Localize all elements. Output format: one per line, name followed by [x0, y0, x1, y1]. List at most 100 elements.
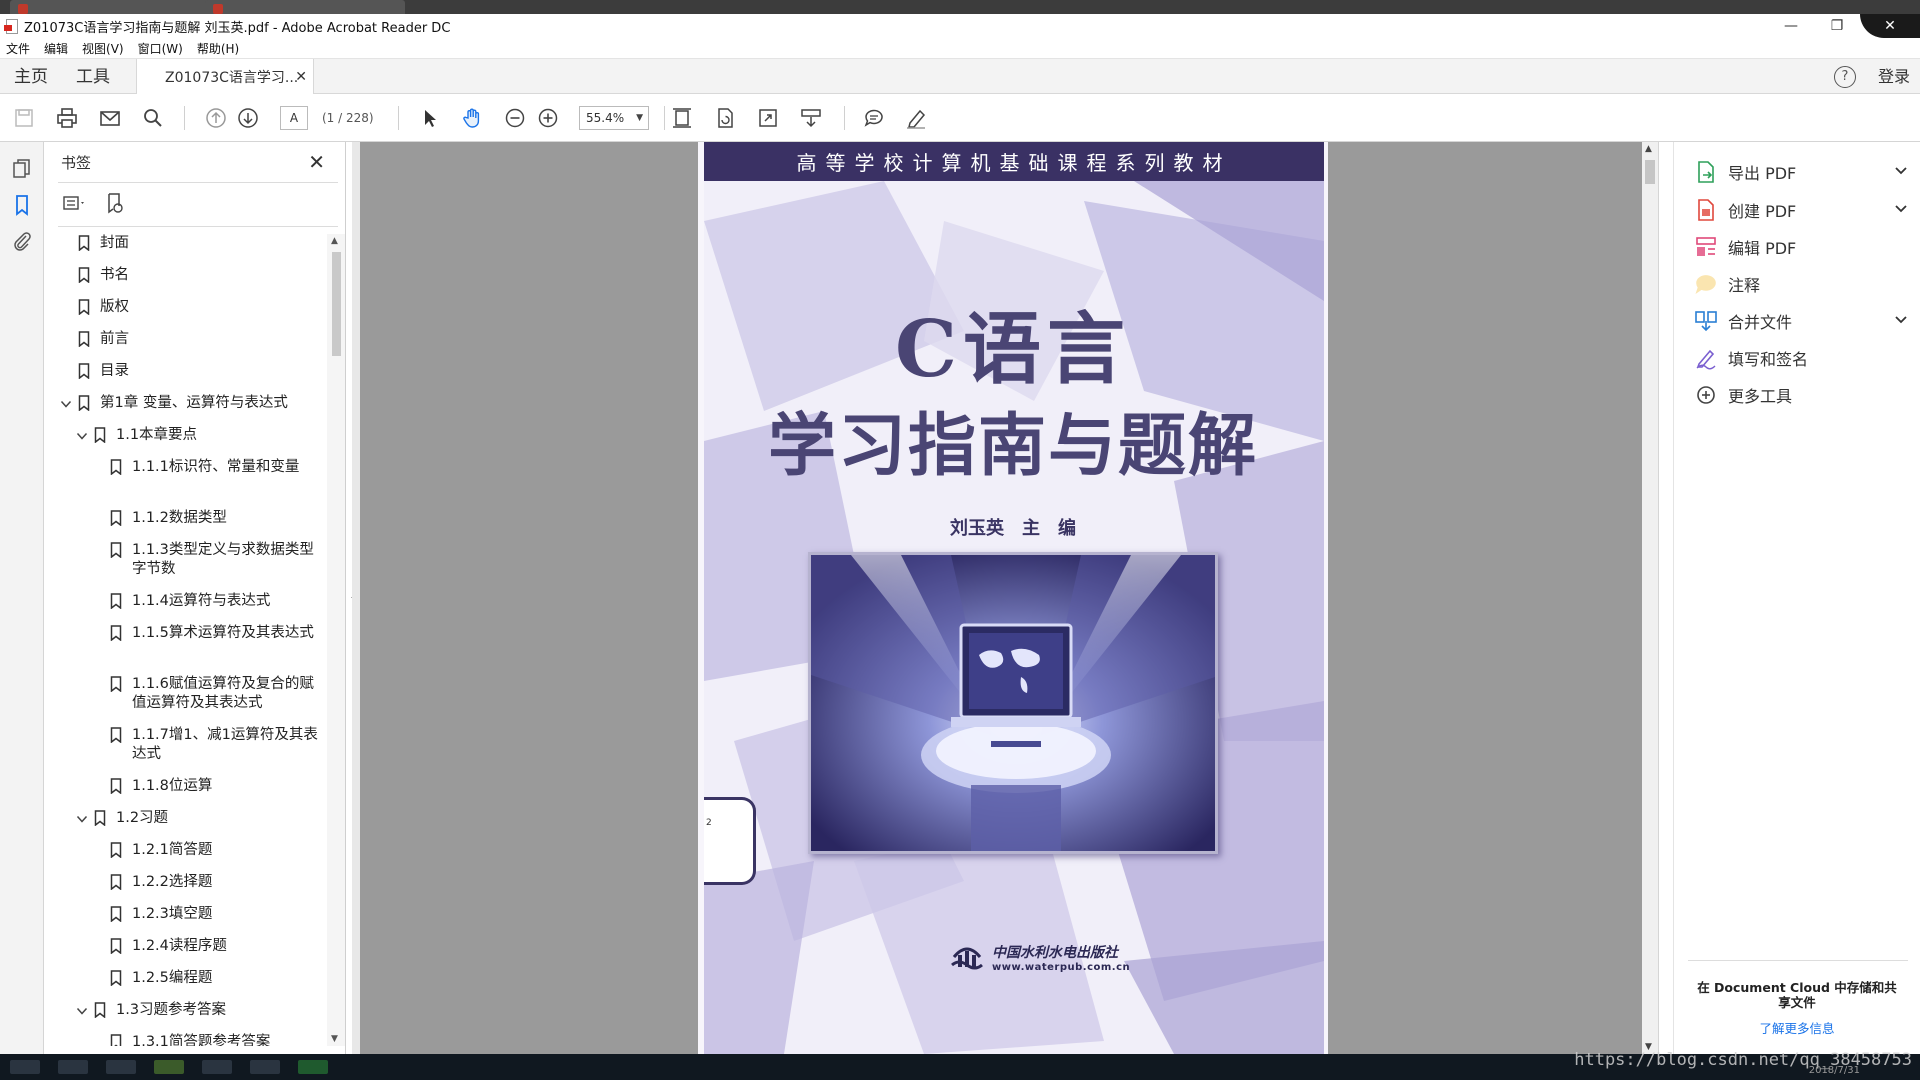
bookmark-item[interactable]: 第1章 变量、运算符与表达式	[44, 394, 326, 413]
page-thumbnails-icon[interactable]	[11, 158, 33, 180]
bookmarks-icon[interactable]	[11, 194, 33, 216]
tool-item[interactable]: 合并文件	[1694, 307, 1916, 335]
chevron-down-icon[interactable]	[1894, 311, 1908, 325]
background-tab	[205, 0, 405, 14]
bookmark-item[interactable]: 书名	[44, 266, 326, 285]
bookmark-item[interactable]: 1.1.7增1、减1运算符及其表达式	[44, 726, 326, 764]
learn-more-link[interactable]: 了解更多信息	[1692, 1018, 1902, 1037]
menu-file[interactable]: 文件	[6, 40, 30, 57]
select-tool-icon[interactable]	[418, 106, 442, 130]
fit-page-icon[interactable]	[670, 106, 694, 130]
tool-item[interactable]: 填写和签名	[1694, 344, 1916, 372]
bookmark-item[interactable]: 1.1.2数据类型	[44, 509, 326, 528]
bookmark-item[interactable]: 1.1.4运算符与表达式	[44, 592, 326, 611]
previous-page-icon[interactable]	[204, 106, 228, 130]
attachments-icon[interactable]	[11, 230, 33, 252]
combine-files-icon	[1694, 309, 1718, 333]
zoom-level-select[interactable]: 55.4% ▼	[579, 106, 649, 130]
bookmark-item[interactable]: 1.1.3类型定义与求数据类型字节数	[44, 541, 326, 579]
bookmark-item[interactable]: 1.3习题参考答案	[44, 1001, 326, 1020]
print-icon[interactable]	[55, 106, 79, 130]
save-icon[interactable]	[12, 106, 36, 130]
rotate-view-icon[interactable]	[713, 106, 737, 130]
bookmark-item[interactable]: 1.3.1简答题参考答案	[44, 1033, 326, 1046]
document-scrollbar[interactable]: ▲ ▼	[1642, 142, 1658, 1054]
bookmark-item[interactable]: 1.2.3填空题	[44, 905, 326, 924]
tool-item[interactable]: 编辑 PDF	[1694, 233, 1916, 261]
bookmark-item[interactable]: 1.1.1标识符、常量和变量	[44, 458, 326, 477]
taskbar-app[interactable]	[106, 1060, 136, 1074]
bookmark-item[interactable]: 1.1本章要点	[44, 426, 326, 445]
taskbar-app[interactable]	[154, 1060, 184, 1074]
menu-edit[interactable]: 编辑	[44, 40, 68, 57]
new-bookmark-icon[interactable]	[104, 192, 130, 214]
help-icon[interactable]: ?	[1834, 66, 1856, 88]
restore-button[interactable]: ❐	[1814, 14, 1860, 38]
bookmark-label: 1.1.1标识符、常量和变量	[132, 459, 300, 475]
login-link[interactable]: 登录	[1878, 59, 1910, 95]
bookmark-icon	[110, 625, 122, 642]
zoom-out-icon[interactable]	[503, 106, 527, 130]
zoom-in-icon[interactable]	[536, 106, 560, 130]
tool-item[interactable]: 注释	[1694, 270, 1916, 298]
tab-home[interactable]: 主页	[14, 59, 48, 95]
taskbar-app[interactable]	[58, 1060, 88, 1074]
hand-tool-icon[interactable]	[460, 106, 484, 130]
bookmark-item[interactable]: 1.2.1简答题	[44, 841, 326, 860]
bookmark-item[interactable]: 1.2习题	[44, 809, 326, 828]
minimize-button[interactable]: —	[1768, 14, 1814, 38]
scroll-down-icon[interactable]: ▼	[331, 1034, 338, 1044]
highlight-pen-icon[interactable]	[904, 106, 928, 130]
menu-view[interactable]: 视图(V)	[82, 40, 124, 57]
bookmark-item[interactable]: 1.1.5算术运算符及其表达式	[44, 624, 326, 643]
full-screen-icon[interactable]	[756, 106, 780, 130]
scroll-up-icon[interactable]: ▲	[1645, 144, 1652, 154]
bookmark-label: 1.1.2数据类型	[132, 510, 227, 526]
taskbar-app[interactable]	[250, 1060, 280, 1074]
document-view[interactable]: 高等学校计算机基础课程系列教材 C语言 学习指南与题解 刘玉英 主 编 2 中国…	[352, 142, 1658, 1054]
bookmark-item[interactable]: 封面	[44, 234, 326, 253]
bookmark-options-icon[interactable]	[62, 192, 88, 214]
taskbar-app[interactable]	[202, 1060, 232, 1074]
page-number-input[interactable]: A	[280, 106, 308, 130]
tool-item[interactable]: 更多工具	[1694, 381, 1916, 409]
close-tab-icon[interactable]: ✕	[295, 69, 307, 85]
menu-help[interactable]: 帮助(H)	[197, 40, 239, 57]
chevron-down-icon[interactable]	[58, 394, 74, 413]
chevron-down-icon[interactable]	[74, 426, 90, 445]
scroll-up-icon[interactable]: ▲	[331, 236, 338, 246]
cover-title-line1: C语言	[894, 304, 1132, 395]
email-icon[interactable]	[98, 106, 122, 130]
scroll-thumb[interactable]	[332, 252, 341, 356]
bookmark-item[interactable]: 1.1.8位运算	[44, 777, 326, 796]
bookmark-item[interactable]: 1.2.4读程序题	[44, 937, 326, 956]
chevron-down-icon[interactable]	[1894, 200, 1908, 214]
next-page-icon[interactable]	[236, 106, 260, 130]
search-icon[interactable]	[141, 106, 165, 130]
taskbar-start[interactable]	[10, 1060, 40, 1074]
bookmark-item[interactable]: 1.2.2选择题	[44, 873, 326, 892]
tab-document[interactable]: Z01073C语言学习... ✕	[136, 59, 314, 95]
tab-tools[interactable]: 工具	[76, 59, 110, 95]
chevron-down-icon[interactable]	[74, 809, 90, 828]
comment-tool-icon[interactable]	[862, 106, 886, 130]
close-window-button[interactable]: ✕	[1860, 14, 1920, 38]
chevron-down-icon[interactable]	[1894, 162, 1908, 176]
scrolling-mode-icon[interactable]	[799, 106, 823, 130]
chevron-down-icon[interactable]	[74, 1001, 90, 1020]
bookmark-item[interactable]: 前言	[44, 330, 326, 349]
scroll-thumb[interactable]	[1645, 160, 1655, 184]
bookmark-icon	[110, 970, 122, 987]
bookmark-item[interactable]: 目录	[44, 362, 326, 381]
bookmarks-scrollbar[interactable]: ▲ ▼	[327, 234, 345, 1046]
bookmark-item[interactable]: 版权	[44, 298, 326, 317]
bookmark-item[interactable]: 1.1.6赋值运算符及复合的赋值运算符及其表达式	[44, 675, 326, 713]
tool-item[interactable]: 导出 PDF	[1694, 158, 1916, 186]
bookmark-icon	[110, 593, 122, 610]
close-panel-icon[interactable]: ✕	[308, 150, 325, 174]
bookmark-item[interactable]: 1.2.5编程题	[44, 969, 326, 988]
tool-item[interactable]: 创建 PDF	[1694, 196, 1916, 224]
taskbar-app[interactable]	[298, 1060, 328, 1074]
menu-window[interactable]: 窗口(W)	[138, 40, 183, 57]
